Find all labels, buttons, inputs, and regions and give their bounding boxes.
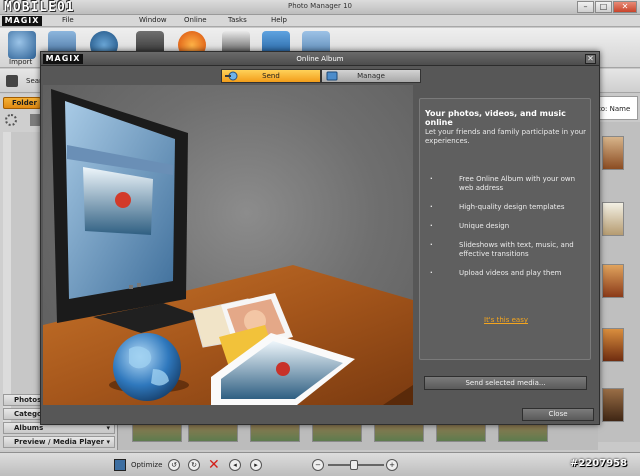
screen-kayaker: [115, 192, 131, 208]
minimize-button[interactable]: –: [577, 1, 594, 13]
info-intro: Let your friends and family participate …: [425, 128, 587, 145]
info-heading: Your photos, videos, and music online: [425, 109, 566, 127]
menu-online[interactable]: Online: [184, 16, 207, 24]
info-panel: Your photos, videos, and music online Le…: [419, 98, 591, 360]
sort-dropdown[interactable]: to: Name: [594, 96, 638, 120]
folder-tab[interactable]: Folder: [3, 97, 41, 109]
watermark-id: #2207958: [570, 458, 628, 469]
accordion-label: Preview / Media Player: [14, 438, 105, 446]
optimize-label[interactable]: Optimize: [131, 461, 162, 469]
accordion-preview[interactable]: Preview / Media Player ▾: [3, 436, 115, 448]
import-camera-icon[interactable]: [8, 31, 36, 59]
next-icon[interactable]: ▸: [250, 459, 262, 471]
globe: [113, 333, 181, 401]
optimize-icon[interactable]: [114, 459, 126, 471]
menu-bar: MAGIX File Window Online Tasks Help: [0, 15, 640, 27]
accordion-label: Albums: [14, 424, 44, 432]
magix-logo: MAGIX: [2, 16, 42, 26]
online-album-illustration: [43, 85, 413, 405]
tab-label: Manage: [357, 72, 385, 80]
new-folder-icon[interactable]: [30, 114, 40, 126]
zoom-out-icon[interactable]: −: [312, 459, 324, 471]
delete-icon[interactable]: ✕: [208, 457, 220, 473]
photo-thumbnail[interactable]: [602, 328, 624, 362]
window-controls: – □ ✕: [577, 1, 637, 13]
dialog-title-bar: MAGIX Online Album ✕: [41, 52, 599, 66]
menu-window[interactable]: Window: [139, 16, 167, 24]
feature-item: High-quality design templates: [427, 203, 587, 212]
zoom-in-icon[interactable]: +: [386, 459, 398, 471]
import-label: Import: [9, 58, 33, 66]
dialog-close-x-button[interactable]: ✕: [585, 54, 596, 64]
zoom-slider-handle[interactable]: [350, 460, 358, 470]
send-selected-media-button[interactable]: Send selected media...: [424, 376, 587, 390]
menu-help[interactable]: Help: [271, 16, 287, 24]
rotate-left-icon[interactable]: ↺: [168, 459, 180, 471]
photo-thumbnail[interactable]: [602, 388, 624, 422]
feature-item: Free Online Album with your own web addr…: [427, 175, 587, 193]
tab-manage[interactable]: Manage: [321, 69, 421, 83]
settings-gear-icon[interactable]: [5, 114, 17, 126]
its-this-easy-link[interactable]: It's this easy: [420, 316, 592, 324]
maximize-button[interactable]: □: [595, 1, 612, 13]
manage-icon: [325, 71, 339, 81]
dialog-title: Online Album: [296, 55, 344, 63]
close-button[interactable]: Close: [522, 408, 594, 421]
search-options-icon[interactable]: [6, 75, 18, 87]
thumbnail-column: [598, 122, 640, 442]
title-bar: MOBILE01 Photo Manager 10 – □ ✕: [0, 0, 640, 15]
illustration-svg: [43, 89, 413, 405]
status-bar: Optimize ↺ ↻ ✕ ◂ ▸ − +: [0, 452, 640, 476]
dialog-tabs: Send Manage: [221, 69, 421, 83]
feature-item: Slideshows with text, music, and effecti…: [427, 241, 587, 259]
photo-thumbnail[interactable]: [602, 264, 624, 298]
monitor-button: [137, 283, 141, 287]
close-window-button[interactable]: ✕: [613, 1, 637, 13]
monitor-button: [129, 285, 133, 289]
feature-item: Unique design: [427, 222, 587, 231]
previous-icon[interactable]: ◂: [229, 459, 241, 471]
chevron-down-icon: ▾: [106, 438, 110, 446]
photo-kayaker: [276, 362, 290, 376]
tab-send[interactable]: Send: [221, 69, 321, 83]
photo-thumbnail[interactable]: [602, 202, 624, 236]
rotate-right-icon[interactable]: ↻: [188, 459, 200, 471]
app-title: Photo Manager 10: [287, 2, 352, 10]
tab-label: Send: [262, 72, 280, 80]
menu-file[interactable]: File: [62, 16, 74, 24]
feature-list: Free Online Album with your own web addr…: [427, 175, 587, 288]
feature-item: Upload videos and play them: [427, 269, 587, 278]
online-album-dialog: MAGIX Online Album ✕ Send Manage Your ph…: [40, 51, 600, 425]
send-icon: [225, 71, 239, 81]
menu-tasks[interactable]: Tasks: [228, 16, 247, 24]
photo-thumbnail[interactable]: [602, 136, 624, 170]
